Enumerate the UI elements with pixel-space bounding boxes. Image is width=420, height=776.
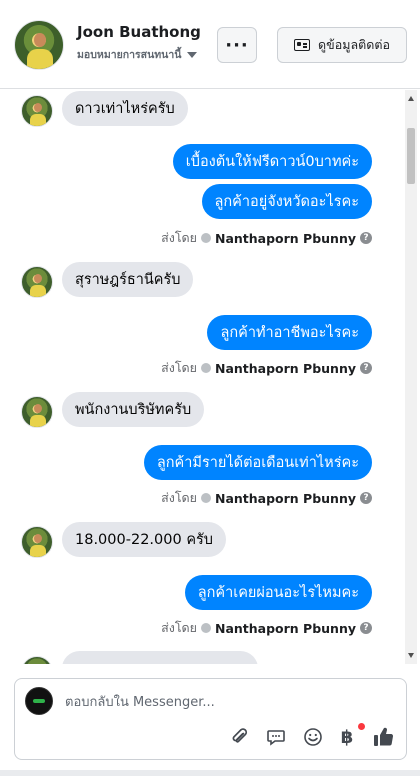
sent-by-name: Nanthaporn Pbunny (214, 490, 356, 506)
contact-avatar[interactable] (14, 20, 64, 70)
sent-check-icon (200, 623, 211, 633)
reply-input[interactable] (65, 693, 385, 711)
help-icon[interactable]: ? (360, 492, 372, 504)
customer-avatar (21, 95, 53, 127)
sent-by-prefix: ส่งโดย (161, 490, 197, 505)
incoming-message[interactable]: 18.000-22.000 ครับ (62, 522, 227, 557)
customer-avatar (21, 266, 53, 298)
incoming-message[interactable]: สุราษฎร์ธานีครับ (62, 262, 194, 297)
notification-dot (358, 723, 365, 730)
conversation-header: Joon Buathong มอบหมายการสนทนานี้ ··· ดูข… (0, 0, 420, 89)
outgoing-message[interactable]: ลูกค้ามีรายได้ต่อเดือนเท่าไหร่คะ (143, 445, 372, 480)
sent-by-name: Nanthaporn Pbunny (214, 230, 356, 246)
sent-by-prefix: ส่งโดย (161, 620, 197, 635)
bottom-edge (0, 770, 420, 776)
emoji-icon[interactable] (301, 725, 325, 749)
page-avatar (25, 687, 53, 715)
sent-by-name: Nanthaporn Pbunny (214, 360, 356, 376)
caret-down-icon (187, 51, 198, 58)
sent-by-name: Nanthaporn Pbunny (214, 620, 356, 636)
more-icon: ··· (225, 34, 249, 56)
customer-avatar (21, 396, 53, 428)
incoming-message-partial[interactable] (62, 651, 258, 664)
sent-by-label: ส่งโดย Nanthaporn Pbunny ? (161, 488, 372, 508)
sent-check-icon (200, 233, 211, 243)
sent-check-icon (200, 363, 211, 373)
sent-check-icon (200, 493, 211, 503)
sent-by-label: ส่งโดย Nanthaporn Pbunny ? (161, 228, 372, 248)
help-icon[interactable]: ? (360, 232, 372, 244)
payment-icon[interactable]: ฿ (335, 723, 365, 749)
message-scrollbar[interactable] (405, 90, 417, 664)
reply-composer: ฿ (14, 678, 407, 760)
customer-avatar (21, 656, 53, 664)
scroll-down-icon[interactable] (408, 653, 414, 658)
view-contact-info-button[interactable]: ดูข้อมูลติดต่อ (277, 27, 407, 63)
assign-conversation-dropdown[interactable]: มอบหมายการสนทนานี้ (77, 46, 198, 63)
attachment-icon[interactable] (228, 725, 252, 749)
outgoing-message[interactable]: เบื้องต้นให้ฟรีดาวน์0บาทค่ะ (172, 144, 372, 179)
incoming-message[interactable]: พนักงานบริษัทครับ (62, 392, 205, 427)
id-card-icon (294, 39, 311, 51)
sent-by-prefix: ส่งโดย (161, 230, 197, 245)
outgoing-message[interactable]: ลูกค้าเคยผ่อนอะไรไหมคะ (184, 575, 372, 610)
sent-by-label: ส่งโดย Nanthaporn Pbunny ? (161, 618, 372, 638)
like-icon[interactable] (371, 725, 395, 749)
scroll-up-icon[interactable] (408, 96, 414, 101)
more-options-button[interactable]: ··· (217, 27, 257, 63)
baht-currency-icon: ฿ (340, 726, 354, 748)
saved-replies-icon[interactable] (264, 725, 288, 749)
incoming-message[interactable]: ดาวเท่าไหร่ครับ (62, 91, 188, 126)
help-icon[interactable]: ? (360, 622, 372, 634)
outgoing-message[interactable]: ลูกค้าทำอาชีพอะไรคะ (207, 315, 372, 350)
customer-avatar (21, 526, 53, 558)
sent-by-prefix: ส่งโดย (161, 360, 197, 375)
view-contact-info-label: ดูข้อมูลติดต่อ (318, 37, 390, 52)
scroll-thumb[interactable] (407, 128, 415, 184)
contact-name[interactable]: Joon Buathong (77, 23, 201, 41)
sent-by-label: ส่งโดย Nanthaporn Pbunny ? (161, 358, 372, 378)
message-list[interactable]: ดาวเท่าไหร่ครับ เบื้องต้นให้ฟรีดาวน์0บาท… (0, 90, 420, 664)
help-icon[interactable]: ? (360, 362, 372, 374)
outgoing-message[interactable]: ลูกค้าอยู่จังหวัดอะไรคะ (201, 184, 372, 219)
assign-label: มอบหมายการสนทนานี้ (77, 49, 182, 61)
